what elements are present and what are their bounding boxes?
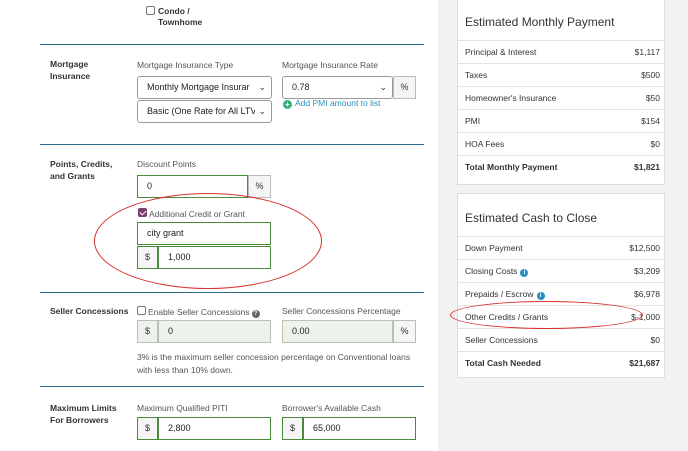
available-cash-label: Borrower's Available Cash: [282, 403, 381, 413]
payment-row: PMI $154: [458, 109, 666, 132]
maximum-limits-heading: Maximum Limits For Borrowers: [50, 403, 117, 425]
max-piti-input[interactable]: 2,800: [158, 417, 271, 440]
chevron-down-icon: ⌄: [376, 77, 387, 98]
payment-row-value: $154: [641, 116, 660, 126]
payment-row-label: Principal & Interest: [465, 47, 537, 57]
payment-row: Homeowner's Insurance $50: [458, 86, 666, 109]
cash-row-label: Seller Concessions: [465, 335, 538, 345]
question-circle-icon[interactable]: ?: [251, 310, 260, 318]
cash-row: Seller Concessions $0: [458, 328, 666, 351]
total-cash-needed-value: $21,687: [629, 358, 660, 368]
payment-row-label: Taxes: [465, 70, 488, 80]
cash-row-label: Prepaids / Escrow i: [465, 289, 545, 300]
payment-row-value: $0: [650, 139, 660, 149]
cash-currency-addon: $: [282, 417, 303, 440]
mi-calculation-select[interactable]: Basic (One Rate for All LTV ⌄: [137, 100, 272, 123]
payment-row: Taxes $500: [458, 63, 666, 86]
chevron-down-icon: ⌄: [255, 77, 266, 98]
section-divider: [40, 144, 424, 145]
cash-row-value: $0: [650, 335, 660, 345]
payment-row-label: Homeowner's Insurance: [465, 93, 557, 103]
chevron-down-icon: ⌄: [255, 101, 266, 122]
cash-row-value: $12,500: [629, 243, 660, 253]
seller-percentage-input[interactable]: 0.00: [282, 320, 393, 343]
mortgage-insurance-rate-label: Mortgage Insurance Rate: [282, 60, 378, 70]
mi-calculation-value: Basic (One Rate for All LTV: [147, 106, 257, 116]
enable-seller-concessions-label: Enable Seller Concessions?: [148, 307, 260, 318]
closing-costs-text: Closing Costs: [465, 266, 518, 276]
seller-concessions-heading: Seller Concessions: [50, 306, 129, 316]
seller-amount-input[interactable]: 0: [158, 320, 271, 343]
payment-row-value: $50: [645, 93, 660, 103]
seller-percent-addon: %: [393, 320, 416, 343]
cash-row: Closing Costs i $3,209: [458, 259, 666, 282]
mortgage-insurance-type-value: Monthly Mortgage Insurar: [147, 82, 250, 92]
cash-to-close-card: Estimated Cash to Close Down Payment $12…: [457, 193, 666, 378]
cash-row: Down Payment $12,500: [458, 236, 666, 259]
cash-row-label: Closing Costs i: [465, 266, 529, 277]
total-monthly-payment-value: $1,821: [634, 162, 660, 172]
rate-percent-addon: %: [393, 76, 416, 99]
payment-row: HOA Fees $0: [458, 132, 666, 155]
cash-to-close-title: Estimated Cash to Close: [465, 211, 598, 225]
total-monthly-payment-row: Total Monthly Payment $1,821: [458, 155, 666, 178]
discount-points-label: Discount Points: [137, 159, 197, 169]
max-piti-label: Maximum Qualified PITI: [137, 403, 228, 413]
loan-form-panel: Condo / Townhome Mortgage Insurance Mort…: [0, 0, 438, 451]
mortgage-insurance-type-label: Mortgage Insurance Type: [137, 60, 234, 70]
piti-currency-addon: $: [137, 417, 158, 440]
payment-row-label: PMI: [465, 116, 481, 126]
mortgage-insurance-heading: Mortgage Insurance: [50, 59, 91, 81]
seller-concessions-note: 3% is the maximum seller concession perc…: [137, 352, 411, 375]
mortgage-insurance-rate-select[interactable]: 0.78 ⌄: [282, 76, 393, 99]
condo-townhome-label: Condo / Townhome: [158, 6, 203, 27]
info-icon[interactable]: i: [520, 269, 529, 277]
payment-row-value: $1,117: [634, 47, 660, 57]
mortgage-insurance-rate-value: 0.78: [292, 82, 310, 92]
enable-seller-concessions-checkbox[interactable]: [137, 306, 146, 315]
prepaids-escrow-text: Prepaids / Escrow: [465, 289, 534, 299]
payment-row: Principal & Interest $1,117: [458, 40, 666, 63]
payment-row-label: HOA Fees: [465, 139, 505, 149]
condo-townhome-checkbox[interactable]: [146, 6, 155, 15]
annotation-circle: [94, 193, 322, 289]
section-divider: [40, 292, 424, 293]
discount-percent-addon: %: [248, 175, 271, 198]
cash-row-value: $3,209: [634, 266, 660, 276]
mortgage-insurance-type-select[interactable]: Monthly Mortgage Insurar ⌄: [137, 76, 272, 99]
add-pmi-link-text: Add PMI amount to list: [295, 98, 381, 108]
monthly-payment-title: Estimated Monthly Payment: [465, 15, 615, 29]
total-monthly-payment-label: Total Monthly Payment: [465, 162, 558, 172]
seller-percentage-label: Seller Concessions Percentage: [282, 306, 401, 316]
cash-row-label: Down Payment: [465, 243, 523, 253]
cash-row-value: $6,978: [634, 289, 660, 299]
plus-circle-icon: +: [283, 100, 292, 109]
section-divider: [40, 386, 424, 387]
points-credits-grants-heading: Points, Credits, and Grants: [50, 159, 113, 181]
total-cash-needed-label: Total Cash Needed: [465, 358, 541, 368]
annotation-circle: [450, 301, 643, 329]
available-cash-input[interactable]: 65,000: [303, 417, 416, 440]
seller-currency-addon: $: [137, 320, 158, 343]
add-pmi-link[interactable]: + Add PMI amount to list: [283, 98, 381, 109]
enable-seller-concessions-text: Enable Seller Concessions: [148, 307, 250, 317]
info-icon[interactable]: i: [536, 292, 545, 300]
payment-row-value: $500: [641, 70, 660, 80]
monthly-payment-card: Estimated Monthly Payment Principal & In…: [457, 0, 666, 185]
total-cash-needed-row: Total Cash Needed $21,687: [458, 351, 666, 374]
section-divider: [40, 44, 424, 45]
